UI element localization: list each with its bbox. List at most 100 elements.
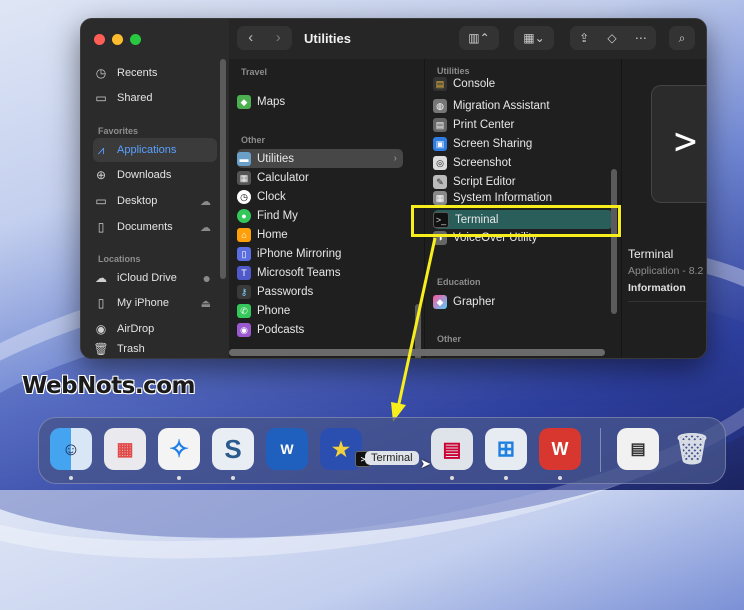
list-item-migration-assistant[interactable]: ◍ Migration Assistant — [433, 96, 599, 115]
minimize-button[interactable] — [112, 34, 123, 45]
section-header-other: Other — [241, 135, 266, 145]
view-mode-button[interactable]: ▥⌃ — [459, 26, 499, 50]
terminal-preview-icon: > — [651, 85, 706, 203]
folder-icon: ▬ — [237, 151, 251, 166]
column-scrollbar[interactable] — [611, 169, 617, 314]
sidecar-icon[interactable]: ▤ — [431, 428, 473, 470]
sidebar-item-label: Downloads — [117, 169, 172, 181]
list-item-screenshot[interactable]: ◎ Screenshot — [433, 153, 599, 172]
list-item-label: Maps — [257, 95, 286, 108]
sidebar-item-applications[interactable]: ⩘ Applications — [93, 138, 217, 162]
iphone-mirroring-icon: ▯ — [237, 246, 251, 261]
list-item-console[interactable]: ▤ Console — [433, 77, 599, 91]
safari-icon[interactable]: ✧ — [158, 428, 200, 470]
section-header-education: Education — [437, 277, 481, 287]
list-item-label: Utilities — [257, 152, 295, 165]
sidebar-item-documents[interactable]: ▯ Documents ☁ — [93, 215, 217, 239]
wps-office-icon[interactable]: W — [539, 428, 581, 470]
clock-icon: ◷ — [237, 189, 251, 204]
sidebar-section-locations: Locations — [98, 254, 141, 264]
list-item-find-my[interactable]: ● Find My — [237, 206, 403, 225]
list-item-print-center[interactable]: ▤ Print Center — [433, 115, 599, 134]
sidebar-item-recents[interactable]: ◷ Recents — [93, 61, 217, 85]
sidebar-item-downloads[interactable]: ⊕ Downloads — [93, 163, 217, 187]
close-button[interactable] — [94, 34, 105, 45]
list-item-microsoft-teams[interactable]: T Microsoft Teams — [237, 263, 403, 282]
cloud-icon: ☁ — [200, 195, 211, 208]
trash-icon[interactable]: 🗑 — [671, 428, 713, 470]
list-item-passwords[interactable]: ⚷ Passwords — [237, 282, 403, 301]
zoom-button[interactable] — [130, 34, 141, 45]
eject-icon[interactable]: ⏏ — [201, 297, 211, 310]
migration-icon: ◍ — [433, 98, 447, 113]
section-header-travel: Travel — [241, 67, 268, 77]
group-button[interactable]: ▦⌄ — [514, 26, 554, 50]
sidebar-item-label: iCloud Drive — [117, 272, 177, 284]
search-button[interactable]: ⌕ — [669, 26, 695, 50]
camera-icon: ◎ — [433, 155, 447, 170]
system-info-icon: ▦ — [433, 191, 447, 205]
list-item-label: Microsoft Teams — [257, 266, 341, 279]
sidebar-scrollbar[interactable] — [220, 59, 226, 279]
list-item-calculator[interactable]: ▦ Calculator — [237, 168, 403, 187]
finder-icon[interactable]: ☺ — [50, 428, 92, 470]
sidebar-item-icloud-drive[interactable]: ☁ iCloud Drive ● — [93, 266, 217, 290]
list-item-iphone-mirroring[interactable]: ▯ iPhone Mirroring — [237, 244, 403, 263]
trash-icon: 🗑 — [93, 342, 109, 356]
find-my-icon: ● — [237, 208, 251, 223]
phone-icon: ▯ — [97, 296, 105, 310]
download-icon: ⊕ — [95, 168, 107, 182]
back-icon[interactable]: ‹ — [237, 26, 265, 50]
key-icon: ⚷ — [237, 284, 251, 299]
sidebar-item-airdrop[interactable]: ◉ AirDrop — [93, 317, 217, 341]
forward-icon[interactable]: › — [265, 26, 293, 50]
list-item-grapher[interactable]: ◆ Grapher — [433, 292, 599, 311]
launchpad-icon[interactable]: ▦ — [104, 428, 146, 470]
list-item-phone[interactable]: ✆ Phone — [237, 301, 403, 320]
tag-icon[interactable]: ◇ — [607, 26, 616, 50]
chevron-right-icon: › — [393, 153, 397, 164]
list-item-label: Phone — [257, 304, 291, 317]
calculator-icon: ▦ — [237, 170, 251, 185]
horizontal-scrollbar[interactable] — [229, 349, 605, 356]
list-item-podcasts[interactable]: ◉ Podcasts — [237, 320, 403, 339]
sidebar-item-label: Applications — [117, 144, 177, 156]
scrivener-icon[interactable]: S — [212, 428, 254, 470]
sidebar-item-desktop[interactable]: ▭ Desktop ☁ — [93, 189, 217, 213]
sidebar-item-label: Trash — [117, 343, 145, 355]
list-item-system-information[interactable]: ▦ System Information — [433, 191, 599, 205]
sidebar-item-trash[interactable]: 🗑 Trash — [93, 342, 217, 356]
word-icon[interactable]: W — [266, 428, 308, 470]
list-item-clock[interactable]: ◷ Clock — [237, 187, 403, 206]
share-icon[interactable]: ⇪ — [579, 26, 589, 50]
windows-app-icon[interactable]: ⊞ — [485, 428, 527, 470]
list-item-label: Console — [453, 78, 496, 90]
podcasts-icon: ◉ — [237, 322, 251, 337]
nav-buttons: ‹ › — [237, 26, 292, 50]
list-item-screen-sharing[interactable]: ▣ Screen Sharing — [433, 134, 599, 153]
section-header-other: Other — [437, 334, 462, 344]
phone-icon: ✆ — [237, 303, 251, 318]
divider — [628, 301, 706, 302]
printer-icon: ▤ — [433, 117, 447, 132]
downloads-stack-icon[interactable]: ▤ — [617, 428, 659, 470]
applications-icon: ⩘ — [97, 142, 105, 157]
list-item-label: Script Editor — [453, 175, 516, 188]
highlight-box — [411, 205, 621, 237]
action-group: ⇪ ◇ ⋯ — [570, 26, 656, 50]
list-item-utilities[interactable]: ▬ Utilities › — [237, 149, 403, 168]
list-item-label: Print Center — [453, 118, 515, 131]
running-indicator — [231, 476, 235, 480]
list-item-home[interactable]: ⌂ Home — [237, 225, 403, 244]
running-indicator — [450, 476, 454, 480]
list-item-maps[interactable]: ◆ Maps — [237, 92, 403, 111]
list-item-script-editor[interactable]: ✎ Script Editor — [433, 172, 599, 191]
list-item-label: iPhone Mirroring — [257, 247, 342, 260]
sidebar-section-favorites: Favorites — [98, 126, 139, 136]
maps-icon: ◆ — [237, 94, 251, 109]
home-icon: ⌂ — [237, 227, 251, 242]
watermark-logo: WebNots.com — [22, 373, 196, 399]
more-icon[interactable]: ⋯ — [635, 26, 647, 50]
sidebar-item-shared[interactable]: ▭ Shared — [93, 86, 217, 110]
sidebar-item-my-iphone[interactable]: ▯ My iPhone ⏏ — [93, 291, 217, 315]
